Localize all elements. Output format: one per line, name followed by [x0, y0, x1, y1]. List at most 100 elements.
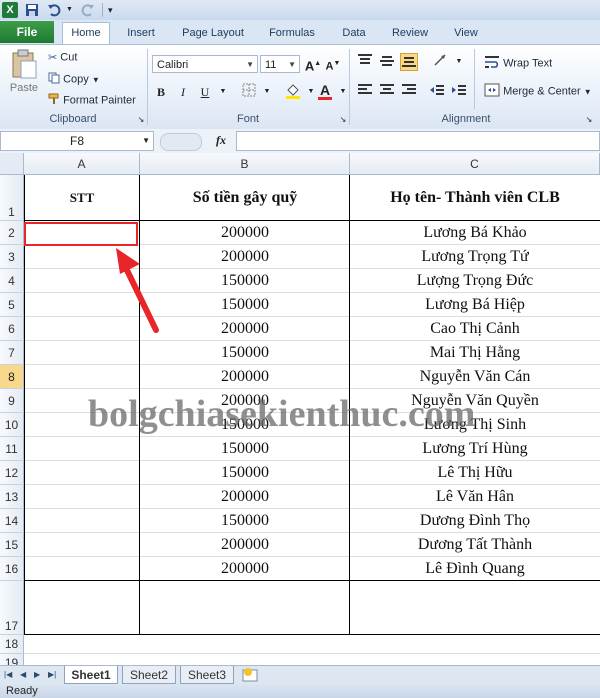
alignment-launcher-icon[interactable]: ↘: [580, 111, 598, 129]
italic-button[interactable]: I: [174, 83, 192, 101]
cell-member-name[interactable]: Nguyễn Văn Cán: [350, 365, 600, 389]
cell-amount[interactable]: 150000: [140, 437, 350, 461]
cell-member-name[interactable]: Lương Bá Hiệp: [350, 293, 600, 317]
cell-amount[interactable]: 200000: [140, 245, 350, 269]
cell-stt[interactable]: [24, 509, 140, 533]
cell-amount[interactable]: 150000: [140, 293, 350, 317]
sheet-tab-sheet2[interactable]: Sheet2: [122, 666, 176, 684]
formula-input[interactable]: [236, 131, 600, 151]
align-center-button[interactable]: [378, 83, 396, 101]
cell-member-name[interactable]: Lương Trọng Tứ: [350, 245, 600, 269]
font-size-dropdown[interactable]: 11 ▼: [260, 55, 300, 73]
row-header-4[interactable]: 4: [0, 269, 24, 293]
last-sheet-icon[interactable]: ▶|: [48, 670, 56, 679]
orientation-dropdown-icon[interactable]: ▼: [450, 53, 468, 71]
row-header-12[interactable]: 12: [0, 461, 24, 485]
save-icon[interactable]: [24, 2, 40, 18]
row-header-13[interactable]: 13: [0, 485, 24, 509]
tab-insert[interactable]: Insert: [118, 23, 164, 43]
cell-amount[interactable]: 200000: [140, 533, 350, 557]
header-amount[interactable]: Số tiền gây quỹ: [140, 183, 350, 213]
merge-center-button[interactable]: Merge & Center ▼: [484, 83, 592, 100]
header-stt[interactable]: STT: [24, 183, 140, 213]
cell-member-name[interactable]: Lê Thị Hữu: [350, 461, 600, 485]
cell-stt[interactable]: [24, 365, 140, 389]
tab-page-layout[interactable]: Page Layout: [176, 23, 250, 43]
undo-icon[interactable]: [46, 2, 62, 18]
align-bottom-button[interactable]: [400, 53, 418, 71]
cell-stt[interactable]: [24, 437, 140, 461]
prev-sheet-icon[interactable]: ◀: [20, 670, 26, 679]
row-header-14[interactable]: 14: [0, 509, 24, 533]
cell-stt[interactable]: [24, 485, 140, 509]
align-middle-button[interactable]: [378, 53, 396, 71]
cell-member-name[interactable]: Cao Thị Cảnh: [350, 317, 600, 341]
cell-amount[interactable]: 150000: [140, 509, 350, 533]
row-header-15[interactable]: 15: [0, 533, 24, 557]
cell-stt[interactable]: [24, 557, 140, 581]
cell-amount[interactable]: 150000: [140, 269, 350, 293]
align-top-button[interactable]: [356, 53, 374, 71]
align-left-button[interactable]: [356, 83, 374, 101]
cell-amount[interactable]: 200000: [140, 485, 350, 509]
underline-dropdown-icon[interactable]: ▼: [214, 83, 232, 101]
grow-font-button[interactable]: A▲: [304, 55, 322, 73]
insert-function-button[interactable]: fx: [216, 133, 226, 148]
cell-member-name[interactable]: Lê Văn Hân: [350, 485, 600, 509]
cell-amount[interactable]: 200000: [140, 317, 350, 341]
fill-color-button[interactable]: [284, 83, 302, 101]
customize-qat-icon[interactable]: ▾: [108, 2, 124, 18]
cell-amount[interactable]: 150000: [140, 461, 350, 485]
highlighted-cell-a2[interactable]: [24, 222, 138, 246]
cell-amount[interactable]: 200000: [140, 221, 350, 245]
formula-splitter-handle[interactable]: [160, 133, 202, 151]
cell-member-name[interactable]: Lượng Trọng Đức: [350, 269, 600, 293]
name-box[interactable]: F8 ▼: [0, 131, 154, 151]
row-header-7[interactable]: 7: [0, 341, 24, 365]
tab-formulas[interactable]: Formulas: [262, 23, 322, 43]
excel-logo-icon[interactable]: X: [2, 2, 18, 18]
copy-dropdown-icon[interactable]: ▼: [92, 75, 100, 84]
tab-home[interactable]: Home: [62, 22, 110, 45]
cell-amount[interactable]: 200000: [140, 557, 350, 581]
cut-button[interactable]: ✂ Cut: [48, 51, 77, 64]
merge-center-dropdown-icon[interactable]: ▼: [584, 87, 592, 96]
row-header-16[interactable]: 16: [0, 557, 24, 581]
cell-member-name[interactable]: Dương Đình Thọ: [350, 509, 600, 533]
align-right-button[interactable]: [400, 83, 418, 101]
cell-member-name[interactable]: Lê Đình Quang: [350, 557, 600, 581]
tab-review[interactable]: Review: [386, 23, 434, 43]
row-header-3[interactable]: 3: [0, 245, 24, 269]
borders-button[interactable]: [240, 83, 258, 101]
header-member-name[interactable]: Họ tên- Thành viên CLB: [350, 183, 600, 213]
shrink-font-button[interactable]: A▼: [324, 55, 342, 73]
underline-button[interactable]: U: [196, 83, 214, 101]
increase-indent-button[interactable]: [450, 83, 468, 101]
row-header-6[interactable]: 6: [0, 317, 24, 341]
cell-member-name[interactable]: Mai Thị Hằng: [350, 341, 600, 365]
redo-icon[interactable]: [80, 2, 96, 18]
row-header-17[interactable]: 17: [0, 581, 24, 635]
wrap-text-button[interactable]: Wrap Text: [484, 55, 552, 72]
bold-button[interactable]: B: [152, 83, 170, 101]
paste-button[interactable]: Paste: [6, 49, 42, 109]
sheet-tab-sheet1[interactable]: Sheet1: [64, 666, 118, 684]
first-sheet-icon[interactable]: |◀: [4, 670, 12, 679]
cell-amount[interactable]: 200000: [140, 365, 350, 389]
orientation-button[interactable]: [432, 53, 450, 71]
font-name-dropdown[interactable]: Calibri ▼: [152, 55, 258, 73]
cell-stt[interactable]: [24, 533, 140, 557]
cell-stt[interactable]: [24, 341, 140, 365]
font-color-button[interactable]: A: [316, 81, 334, 100]
row-header-10[interactable]: 10: [0, 413, 24, 437]
chevron-down-icon[interactable]: ▼: [142, 132, 150, 150]
row-header-18[interactable]: 18: [0, 635, 24, 654]
row-header-1[interactable]: 1: [0, 175, 24, 221]
row-header-11[interactable]: 11: [0, 437, 24, 461]
tab-view[interactable]: View: [446, 23, 486, 43]
cell-stt[interactable]: [24, 461, 140, 485]
next-sheet-icon[interactable]: ▶: [34, 670, 40, 679]
cell-member-name[interactable]: Dương Tất Thành: [350, 533, 600, 557]
copy-button[interactable]: Copy ▼: [48, 72, 100, 87]
row-header-9[interactable]: 9: [0, 389, 24, 413]
